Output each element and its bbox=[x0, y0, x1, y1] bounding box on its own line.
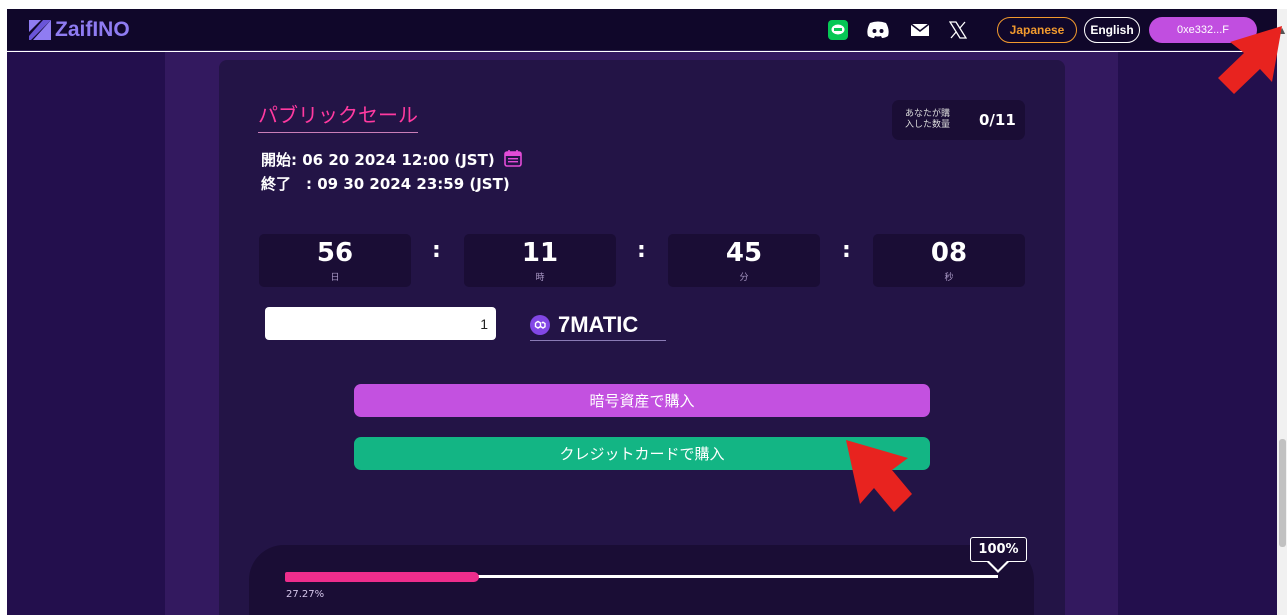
red-pointer-arrow-icon bbox=[846, 440, 912, 512]
x-icon[interactable] bbox=[947, 20, 969, 40]
red-pointer-arrow-icon bbox=[1218, 26, 1282, 94]
countdown-seconds-unit: 秒 bbox=[944, 273, 954, 283]
countdown-separator: : bbox=[432, 238, 441, 263]
line-icon[interactable] bbox=[827, 20, 849, 40]
sale-end-date: 終了 : 09 30 2024 23:59 (JST) bbox=[261, 175, 510, 193]
polygon-matic-icon bbox=[530, 314, 550, 335]
countdown-separator: : bbox=[637, 238, 646, 263]
top-navbar: ZaifINO Japanese English 0xe332...F bbox=[7, 9, 1277, 51]
countdown-seconds: 08 秒 bbox=[873, 234, 1025, 287]
progress-max-tooltip: 100% bbox=[970, 537, 1027, 562]
countdown-hours-unit: 時 bbox=[535, 273, 545, 283]
japanese-language-button[interactable]: Japanese bbox=[997, 17, 1077, 43]
english-language-button[interactable]: English bbox=[1084, 17, 1140, 43]
purchased-quantity-label: あなたが購 入した数量 bbox=[905, 109, 965, 131]
buy-with-crypto-button[interactable]: 暗号資産で購入 bbox=[354, 384, 930, 417]
progress-percent-label: 27.27% bbox=[286, 589, 325, 600]
progress-fill bbox=[285, 572, 479, 582]
scrollbar-thumb[interactable] bbox=[1279, 439, 1286, 547]
logo-text: ZaifINO bbox=[55, 18, 130, 41]
calendar-icon[interactable] bbox=[504, 149, 522, 171]
countdown-minutes-value: 45 bbox=[725, 238, 763, 268]
countdown-separator: : bbox=[842, 238, 851, 263]
mail-icon[interactable] bbox=[909, 20, 931, 40]
discord-icon[interactable] bbox=[865, 20, 891, 40]
countdown-hours-value: 11 bbox=[521, 238, 559, 268]
purchased-count: 0/11 bbox=[979, 111, 1016, 129]
sale-start-date: 開始: 06 20 2024 12:00 (JST) bbox=[261, 149, 522, 171]
countdown-days-unit: 日 bbox=[330, 273, 340, 283]
price-value: 7MATIC bbox=[558, 311, 639, 337]
purchased-label-line1: あなたが購 bbox=[905, 109, 951, 119]
countdown-minutes: 45 分 bbox=[668, 234, 820, 287]
quantity-input[interactable] bbox=[265, 307, 496, 340]
price-display: 7MATIC bbox=[530, 309, 666, 341]
countdown-seconds-value: 08 bbox=[930, 238, 968, 268]
countdown-hours: 11 時 bbox=[464, 234, 616, 287]
countdown-days-value: 56 bbox=[316, 238, 354, 268]
purchased-quantity-box: あなたが購 入した数量 0/11 bbox=[892, 100, 1025, 140]
purchased-label-line2: 入した数量 bbox=[905, 120, 951, 130]
countdown-minutes-unit: 分 bbox=[739, 273, 749, 283]
zaif-logo-mark-icon bbox=[29, 20, 51, 40]
start-date-text: 開始: 06 20 2024 12:00 (JST) bbox=[261, 151, 495, 169]
sale-title: パブリックセール bbox=[258, 99, 418, 133]
zaif-ino-logo[interactable]: ZaifINO bbox=[29, 18, 130, 42]
countdown-days: 56 日 bbox=[259, 234, 411, 287]
tooltip-arrow-fill bbox=[988, 560, 1008, 570]
